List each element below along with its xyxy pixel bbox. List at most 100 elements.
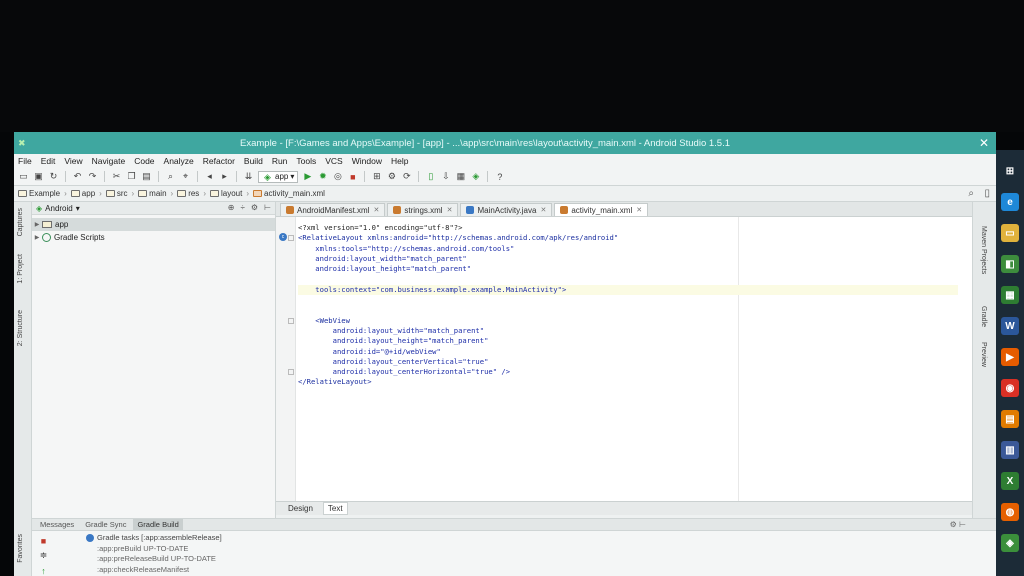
maven-projects-tool-tab[interactable]: Maven Projects bbox=[980, 226, 987, 274]
sync-gradle-icon[interactable]: ⟳ bbox=[401, 171, 412, 182]
expand-arrow-icon[interactable]: ▶ bbox=[32, 234, 42, 241]
debug-icon[interactable]: ✹ bbox=[317, 171, 328, 182]
menu-refactor[interactable]: Refactor bbox=[203, 156, 235, 166]
menu-navigate[interactable]: Navigate bbox=[92, 156, 126, 166]
hide-panel-icon[interactable]: ⊢ bbox=[264, 203, 271, 212]
cut-icon[interactable]: ✂ bbox=[111, 171, 122, 182]
find-icon[interactable]: ⌕ bbox=[165, 171, 176, 182]
tab-androidmanifest[interactable]: AndroidManifest.xml ✕ bbox=[280, 203, 386, 216]
redo-icon[interactable]: ↷ bbox=[87, 171, 98, 182]
undo-icon[interactable]: ↶ bbox=[72, 171, 83, 182]
menu-analyze[interactable]: Analyze bbox=[164, 156, 194, 166]
menu-view[interactable]: View bbox=[64, 156, 82, 166]
run-config-select[interactable]: ◈ app ▾ bbox=[258, 170, 299, 183]
sync-scroll-icon[interactable]: ⊕ bbox=[228, 203, 235, 212]
search-icon[interactable]: ⌕ bbox=[968, 188, 974, 199]
document-icon[interactable]: ▥ bbox=[1001, 441, 1019, 459]
tab-activity-main[interactable]: activity_main.xml ✕ bbox=[554, 203, 649, 216]
menu-tools[interactable]: Tools bbox=[296, 156, 316, 166]
menu-help[interactable]: Help bbox=[391, 156, 408, 166]
sticky-notes-icon[interactable]: ▤ bbox=[1001, 410, 1019, 428]
back-icon[interactable]: ◂ bbox=[204, 171, 215, 182]
menu-window[interactable]: Window bbox=[352, 156, 382, 166]
rerun-icon[interactable]: ↑ bbox=[38, 565, 49, 576]
android-monitor-icon[interactable]: ◈ bbox=[470, 171, 481, 182]
fold-marker-icon[interactable] bbox=[288, 369, 294, 375]
stop-icon[interactable]: ■ bbox=[38, 535, 49, 546]
tree-item-app[interactable]: ▶ app bbox=[32, 218, 275, 231]
tab-strings[interactable]: strings.xml ✕ bbox=[387, 203, 459, 216]
collapse-all-icon[interactable]: ÷ bbox=[240, 203, 244, 212]
gradle-tool-tab[interactable]: Gradle bbox=[980, 306, 987, 327]
attach-debugger-icon[interactable]: ◎ bbox=[332, 171, 343, 182]
gear-icon[interactable]: ⚙ bbox=[251, 203, 258, 212]
menu-vcs[interactable]: VCS bbox=[325, 156, 342, 166]
close-window-button[interactable]: ✕ bbox=[974, 135, 994, 151]
breadcrumb-item[interactable]: src › bbox=[105, 189, 134, 198]
breadcrumb-item[interactable]: res › bbox=[177, 189, 206, 198]
breadcrumb-item[interactable]: main › bbox=[138, 189, 173, 198]
menu-build[interactable]: Build bbox=[244, 156, 263, 166]
tab-mainactivity[interactable]: MainActivity.java ✕ bbox=[460, 203, 553, 216]
project-tool-tab[interactable]: 1: Project bbox=[17, 254, 24, 284]
class-marker-icon[interactable]: c bbox=[279, 233, 287, 241]
android-studio-icon[interactable]: ◈ bbox=[1001, 534, 1019, 552]
windows-start-icon[interactable]: ⊞ bbox=[1001, 162, 1019, 180]
project-view-select[interactable]: ◈ Android ▾ bbox=[36, 204, 80, 213]
excel-icon[interactable]: X bbox=[1001, 472, 1019, 490]
internet-explorer-icon[interactable]: e bbox=[1001, 193, 1019, 211]
tab-gradle-sync[interactable]: Gradle Sync bbox=[81, 519, 130, 530]
app-tiles-icon[interactable]: ▦ bbox=[1001, 286, 1019, 304]
tree-item-gradle-scripts[interactable]: ▶ Gradle Scripts bbox=[32, 231, 275, 244]
stop-icon[interactable]: ■ bbox=[347, 171, 358, 182]
tab-gradle-build[interactable]: Gradle Build bbox=[133, 519, 183, 530]
breadcrumb-item[interactable]: activity_main.xml bbox=[253, 189, 325, 198]
preview-tool-tab[interactable]: Preview bbox=[980, 342, 987, 367]
replace-icon[interactable]: ⌖ bbox=[180, 171, 191, 182]
panel-settings-icon[interactable]: ⚙ ⊢ bbox=[950, 520, 966, 529]
code-editor[interactable]: c <?xml version="1.0" encoding="utf-8"?>… bbox=[276, 217, 972, 501]
close-icon[interactable]: ✕ bbox=[373, 206, 379, 214]
menu-code[interactable]: Code bbox=[134, 156, 154, 166]
breadcrumb-item[interactable]: Example › bbox=[18, 189, 67, 198]
menu-edit[interactable]: Edit bbox=[41, 156, 56, 166]
chrome-icon[interactable]: ◉ bbox=[1001, 379, 1019, 397]
expand-all-icon[interactable]: ≑ bbox=[38, 550, 49, 561]
structure-tool-tab[interactable]: 2: Structure bbox=[17, 310, 24, 346]
close-icon[interactable]: ✕ bbox=[636, 206, 642, 214]
tab-design[interactable]: Design bbox=[284, 503, 317, 514]
sync-icon[interactable]: ↻ bbox=[48, 171, 59, 182]
menu-run[interactable]: Run bbox=[272, 156, 288, 166]
sdk-manager-icon[interactable]: ⇩ bbox=[440, 171, 451, 182]
tab-messages[interactable]: Messages bbox=[36, 519, 78, 530]
settings-icon[interactable]: ⚙ bbox=[386, 171, 397, 182]
forward-icon[interactable]: ▸ bbox=[219, 171, 230, 182]
make-project-icon[interactable]: ⇊ bbox=[243, 171, 254, 182]
device-icon[interactable]: ▯ bbox=[984, 188, 990, 199]
tab-text[interactable]: Text bbox=[322, 502, 348, 515]
close-icon[interactable]: ✕ bbox=[447, 206, 453, 214]
firefox-icon[interactable]: ◍ bbox=[1001, 503, 1019, 521]
run-icon[interactable]: ▶ bbox=[302, 171, 313, 182]
breadcrumb-item[interactable]: app › bbox=[70, 189, 102, 198]
expand-arrow-icon[interactable]: ▶ bbox=[32, 221, 42, 228]
close-icon[interactable]: ✕ bbox=[540, 206, 546, 214]
captures-tool-tab[interactable]: Captures bbox=[17, 208, 24, 236]
breadcrumb-item[interactable]: layout › bbox=[209, 189, 249, 198]
media-player-icon[interactable]: ▶ bbox=[1001, 348, 1019, 366]
store-icon[interactable]: ◧ bbox=[1001, 255, 1019, 273]
open-folder-icon[interactable]: ▭ bbox=[18, 171, 29, 182]
menu-file[interactable]: File bbox=[18, 156, 32, 166]
favorites-tool-tab[interactable]: Favorites bbox=[17, 534, 24, 563]
paste-icon[interactable]: ▤ bbox=[141, 171, 152, 182]
android-device-monitor-icon[interactable]: ▦ bbox=[455, 171, 466, 182]
avd-manager-icon[interactable]: ▯ bbox=[425, 171, 436, 182]
project-structure-icon[interactable]: ⊞ bbox=[371, 171, 382, 182]
file-explorer-icon[interactable]: ▭ bbox=[1001, 224, 1019, 242]
word-icon[interactable]: W bbox=[1001, 317, 1019, 335]
save-all-icon[interactable]: ▣ bbox=[33, 171, 44, 182]
help-icon[interactable]: ? bbox=[494, 171, 505, 182]
fold-marker-icon[interactable] bbox=[288, 318, 294, 324]
copy-icon[interactable]: ❐ bbox=[126, 171, 137, 182]
fold-marker-icon[interactable] bbox=[288, 235, 294, 241]
